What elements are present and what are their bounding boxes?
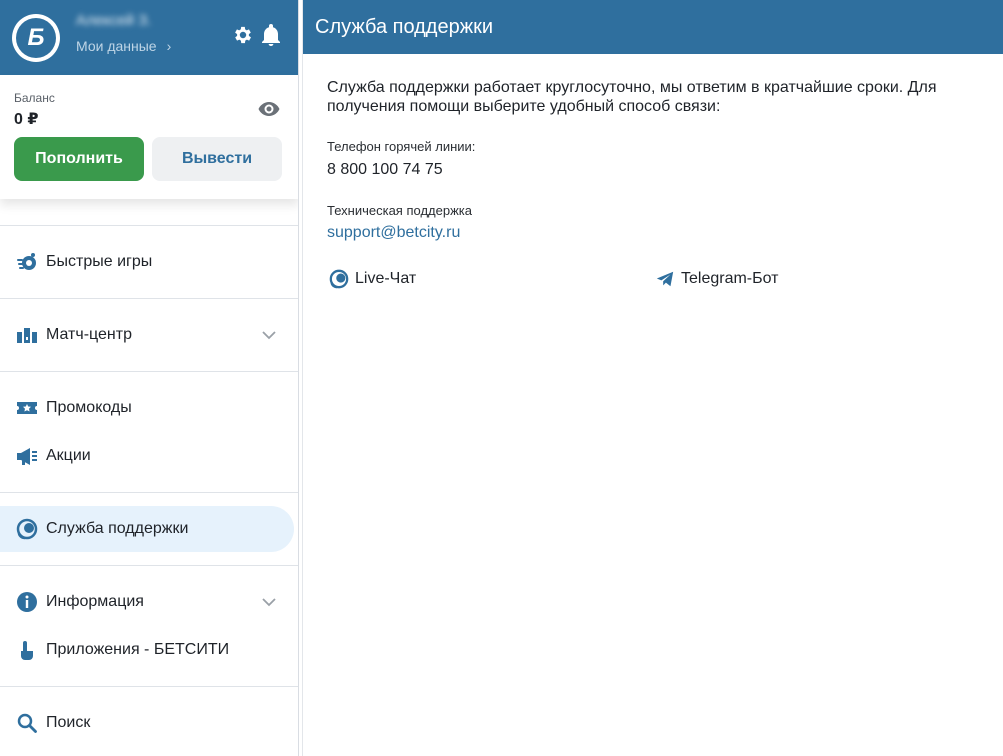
balance-card: Баланс 0 ₽ Пополнить Вывести <box>0 75 298 199</box>
sidebar-item-label: Приложения - БЕТСИТИ <box>46 641 230 658</box>
sidebar: Б Алексей З. Мои данные › Баланс 0 ₽ Попо… <box>0 0 299 756</box>
support-intro: Служба поддержки работает круглосуточно,… <box>327 79 937 115</box>
info-icon <box>17 592 37 612</box>
avatar[interactable]: Б <box>12 14 60 62</box>
tap-hand-icon <box>21 641 33 660</box>
divider <box>0 492 298 493</box>
sidebar-item-match-center[interactable]: Матч-центр <box>0 312 298 358</box>
hotline-phone[interactable]: 8 800 100 74 75 <box>327 161 443 179</box>
profile-header: Б Алексей З. Мои данные › <box>0 0 298 75</box>
divider <box>0 225 298 226</box>
bell-icon[interactable] <box>261 24 281 46</box>
user-name: Алексей З. <box>76 12 152 29</box>
search-icon <box>17 713 37 733</box>
live-chat-button[interactable]: Live-Чат <box>329 268 416 290</box>
sidebar-item-label: Информация <box>46 593 144 610</box>
support-email-link[interactable]: support@betcity.ru <box>327 224 460 242</box>
telegram-bot-label: Telegram-Бот <box>681 270 779 287</box>
chevron-down-icon[interactable] <box>262 330 276 340</box>
sidebar-item-label: Матч-центр <box>46 326 132 343</box>
my-data-link[interactable]: Мои данные › <box>76 38 171 54</box>
logo-icon: Б <box>16 18 56 58</box>
my-data-label: Мои данные <box>76 38 157 54</box>
page-title: Служба поддержки <box>315 16 494 38</box>
divider <box>0 371 298 372</box>
telegram-icon <box>656 271 674 287</box>
sidebar-item-label: Промокоды <box>46 399 132 416</box>
sidebar-item-label: Служба поддержки <box>46 520 189 537</box>
stadium-icon <box>17 328 37 343</box>
divider <box>0 298 298 299</box>
sidebar-item-support[interactable]: Служба поддержки <box>0 506 294 552</box>
main-panel: Служба поддержки Служба поддержки работа… <box>302 0 1003 756</box>
ticket-star-icon <box>17 402 37 414</box>
sidebar-item-label: Поиск <box>46 714 91 731</box>
hotline-label: Телефон горячей линии: <box>327 139 476 154</box>
chevron-right-icon: › <box>166 38 172 54</box>
sidebar-item-promotions[interactable]: Акции <box>0 433 298 479</box>
live-chat-label: Live-Чат <box>355 270 417 287</box>
gear-icon[interactable] <box>232 24 254 46</box>
sidebar-item-apps[interactable]: Приложения - БЕТСИТИ <box>0 627 298 673</box>
tech-support-label: Техническая поддержка <box>327 203 472 218</box>
eye-icon[interactable] <box>258 101 280 117</box>
sidebar-item-label: Быстрые игры <box>46 253 153 270</box>
balance-label: Баланс <box>14 91 55 105</box>
sidebar-item-info[interactable]: Информация <box>0 579 298 625</box>
telegram-bot-button[interactable]: Telegram-Бот <box>655 268 779 290</box>
page-header: Служба поддержки <box>303 0 1003 54</box>
withdraw-button[interactable]: Вывести <box>152 137 282 181</box>
deposit-button[interactable]: Пополнить <box>14 137 144 181</box>
chevron-down-icon[interactable] <box>262 597 276 607</box>
sidebar-item-quick-games[interactable]: Быстрые игры <box>0 239 298 285</box>
megaphone-icon <box>17 448 37 465</box>
divider <box>0 565 298 566</box>
sidebar-item-label: Акции <box>46 447 91 464</box>
headset-chat-icon <box>329 269 349 289</box>
sidebar-item-search[interactable]: Поиск <box>0 700 298 746</box>
quick-games-icon <box>17 253 36 270</box>
sidebar-item-promocodes[interactable]: Промокоды <box>0 385 298 431</box>
balance-value: 0 ₽ <box>14 111 39 128</box>
divider <box>0 686 298 687</box>
headset-chat-icon <box>16 518 38 540</box>
